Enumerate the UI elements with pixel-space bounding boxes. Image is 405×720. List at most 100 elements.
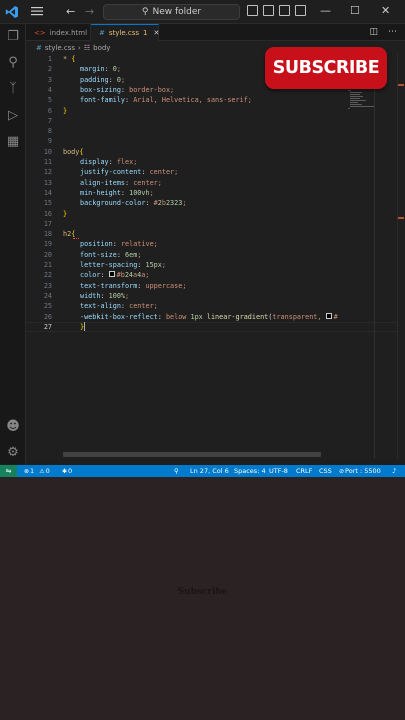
close-window-icon[interactable]: ✕: [381, 4, 390, 17]
split-editor-icon[interactable]: ◫: [369, 27, 378, 37]
tab-index-html[interactable]: <> index.html: [26, 24, 91, 41]
line-number: 11: [43, 158, 52, 166]
code-line[interactable]: 23 text-transform: uppercase;: [26, 281, 346, 291]
code-text: color: #b24a4a;: [80, 271, 150, 280]
code-editor[interactable]: 1 * {2 margin: 0; 3 padding: 0; 4 box-sizing: …: [26, 54, 405, 459]
code-text: * {: [63, 55, 76, 63]
line-number: 9: [47, 137, 52, 146]
close-tab-icon[interactable]: ✕: [154, 29, 160, 37]
toggle-panel-icon[interactable]: [263, 5, 274, 16]
account-icon[interactable]: ☻: [6, 419, 20, 434]
breadcrumb-file[interactable]: style.css: [45, 44, 75, 52]
code-line[interactable]: 17: [26, 219, 346, 229]
code-line[interactable]: 5 font-family: Arial, Helvetica, sans-ser…: [26, 95, 346, 105]
code-text: -webkit-box-reflect: below 1px linear-gr…: [80, 312, 338, 321]
minimize-icon[interactable]: —: [320, 4, 331, 17]
code-line[interactable]: 26 -webkit-box-reflect: below 1px linear-…: [26, 312, 346, 322]
code-line[interactable]: 8: [26, 126, 346, 136]
indentation-status[interactable]: Spaces: 4: [234, 467, 266, 475]
line-number: 5: [47, 96, 52, 105]
error-icon: ⊗: [24, 468, 30, 475]
source-control-icon[interactable]: ᛉ: [6, 81, 20, 96]
more-actions-icon[interactable]: ⋯: [388, 27, 397, 37]
vscode-logo-icon: [5, 6, 18, 18]
line-number: 25: [43, 302, 52, 311]
code-line[interactable]: 6}: [26, 106, 346, 116]
code-line[interactable]: 10 body{: [26, 147, 346, 157]
settings-gear-icon[interactable]: ⚙: [6, 445, 20, 460]
horizontal-scrollbar[interactable]: [63, 452, 321, 457]
maximize-icon[interactable]: ☐: [350, 4, 360, 17]
cursor-position[interactable]: Ln 27, Col 6: [190, 467, 229, 475]
search-label: New folder: [152, 7, 202, 17]
line-number: 12: [43, 168, 52, 177]
code-line[interactable]: 27}: [26, 322, 346, 332]
code-line[interactable]: 21 letter-spacing: 15px;: [26, 260, 346, 270]
customize-layout-icon[interactable]: [295, 5, 306, 16]
line-number: 17: [43, 219, 52, 228]
code-line[interactable]: 14 min-height: 100vh;: [26, 188, 346, 198]
symbol-icon: ☷: [83, 43, 91, 52]
back-arrow-icon[interactable]: ←: [66, 5, 75, 18]
code-text: font-family: Arial, Helvetica, sans-seri…: [80, 96, 252, 105]
problems-status[interactable]: ⊗1 ⚠0: [24, 467, 50, 475]
extensions-icon[interactable]: ▦: [6, 134, 20, 149]
code-text: display: flex;: [80, 158, 138, 166]
search-view-icon[interactable]: ⚲: [6, 55, 20, 70]
code-text: }: [63, 106, 68, 115]
notifications-bell-icon[interactable]: ♪: [392, 467, 396, 475]
search-icon: ⚲: [141, 7, 149, 17]
eol-status[interactable]: CRLF: [296, 467, 312, 475]
line-number: 3: [47, 75, 52, 84]
live-server-status[interactable]: ⊘Port : 5500: [339, 467, 381, 475]
minimap[interactable]: [347, 54, 374, 459]
run-debug-icon[interactable]: ▷: [6, 108, 20, 123]
menu-icon[interactable]: [30, 4, 44, 18]
toggle-secondary-sidebar-icon[interactable]: [279, 5, 290, 16]
language-mode[interactable]: CSS: [319, 467, 332, 475]
command-center-search[interactable]: ⚲ New folder: [103, 4, 240, 20]
status-bar: ⇋ ⊗1 ⚠0 ✱0 ⚲ Ln 27, Col 6 Spaces: 4 UTF-…: [0, 465, 405, 477]
line-number: 19: [43, 240, 52, 249]
code-line[interactable]: 11 display: flex;: [26, 157, 346, 167]
browser-preview: Subscribe: [0, 477, 405, 720]
code-line[interactable]: 13 align-items: center;: [26, 178, 346, 188]
code-line[interactable]: 16}: [26, 209, 346, 219]
code-line[interactable]: 19 position: relative;: [26, 239, 346, 249]
tab-style-css[interactable]: # style.css 1 ✕: [91, 24, 159, 41]
line-number: 8: [47, 127, 52, 136]
vertical-scrollbar[interactable]: [397, 54, 405, 459]
code-text: justify-content: center;: [80, 168, 179, 177]
breadcrumb-symbol[interactable]: body: [93, 44, 110, 52]
error-marker: [398, 84, 404, 86]
broadcast-icon: ✱: [62, 468, 68, 475]
forward-arrow-icon[interactable]: →: [85, 5, 94, 18]
code-line[interactable]: 7: [26, 116, 346, 126]
zoom-icon[interactable]: ⚲: [174, 467, 179, 475]
code-text: min-height: 100vh;: [80, 188, 154, 197]
line-number: 4: [47, 85, 52, 94]
code-text: align-items: center;: [80, 178, 162, 187]
code-line[interactable]: 15 background-color: #2b2323;: [26, 198, 346, 208]
ports-status[interactable]: ✱0: [62, 467, 72, 475]
preview-heading: Subscribe: [177, 587, 228, 597]
code-text: }: [80, 322, 86, 332]
code-line[interactable]: 24 width: 100%;: [26, 291, 346, 301]
activity-bar: ❐ ⚲ ᛉ ▷ ▦ ☻ ⚙: [0, 24, 26, 464]
encoding-status[interactable]: UTF-8: [269, 467, 288, 475]
line-number: 16: [43, 209, 52, 218]
error-marker: [398, 217, 404, 219]
code-text: padding: 0;: [80, 75, 126, 84]
explorer-icon[interactable]: ❐: [6, 29, 20, 44]
code-line[interactable]: 22 color: #b24a4a;: [26, 270, 346, 280]
code-text: width: 100%;: [80, 291, 130, 300]
code-line[interactable]: 20 font-size: 6em;: [26, 250, 346, 260]
toggle-sidebar-icon[interactable]: [247, 5, 258, 16]
code-line[interactable]: 9: [26, 136, 346, 146]
code-text: text-align: center;: [80, 302, 158, 311]
css-file-icon: #: [36, 43, 42, 52]
code-line[interactable]: 12 justify-content: center;: [26, 167, 346, 177]
code-text: font-size: 6em;: [80, 250, 142, 259]
code-line[interactable]: 25 text-align: center;: [26, 301, 346, 311]
remote-indicator-icon[interactable]: ⇋: [0, 465, 17, 477]
